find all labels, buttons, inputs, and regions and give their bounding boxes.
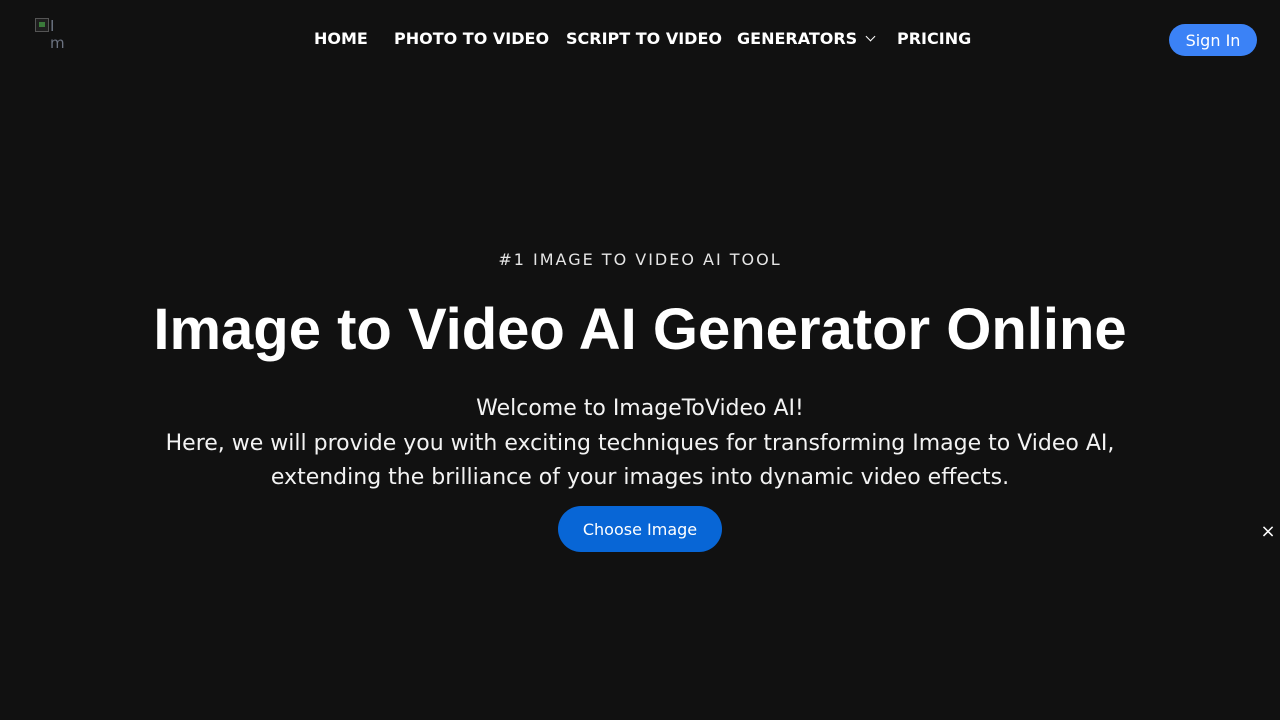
hero-welcome-line: Welcome to ImageToVideo AI!: [476, 396, 804, 421]
nav-script-to-video-link[interactable]: SCRIPT TO VIDEO: [566, 27, 722, 51]
hero-title: Image to Video AI Generator Online: [153, 297, 1127, 362]
sign-in-button[interactable]: Sign In: [1169, 24, 1257, 56]
nav-pricing-link[interactable]: PRICING: [897, 27, 971, 51]
hero-description-line: extending the brilliance of your images …: [270, 465, 1010, 490]
hero-description-line: Here, we will provide you with exciting …: [165, 430, 1115, 456]
choose-image-button[interactable]: Choose Image: [558, 506, 722, 552]
close-icon[interactable]: ×: [1258, 522, 1278, 542]
nav-photo-to-video-link[interactable]: PHOTO TO VIDEO: [394, 27, 549, 51]
chevron-down-icon: [865, 31, 876, 42]
hero-description: Welcome to ImageToVideo AI! Here, we wil…: [140, 392, 1140, 496]
nav-generators-label: GENERATORS: [737, 29, 858, 48]
main-nav: HOME PHOTO TO VIDEO SCRIPT TO VIDEO GENE…: [0, 27, 1280, 51]
nav-generators-dropdown[interactable]: GENERATORS: [737, 27, 876, 51]
nav-home-link[interactable]: HOME: [314, 27, 368, 51]
site-header: ImageToVideo HOME PHOTO TO VIDEO SCRIPT …: [0, 0, 1280, 78]
hero-eyebrow: #1 IMAGE TO VIDEO AI TOOL: [498, 250, 782, 269]
